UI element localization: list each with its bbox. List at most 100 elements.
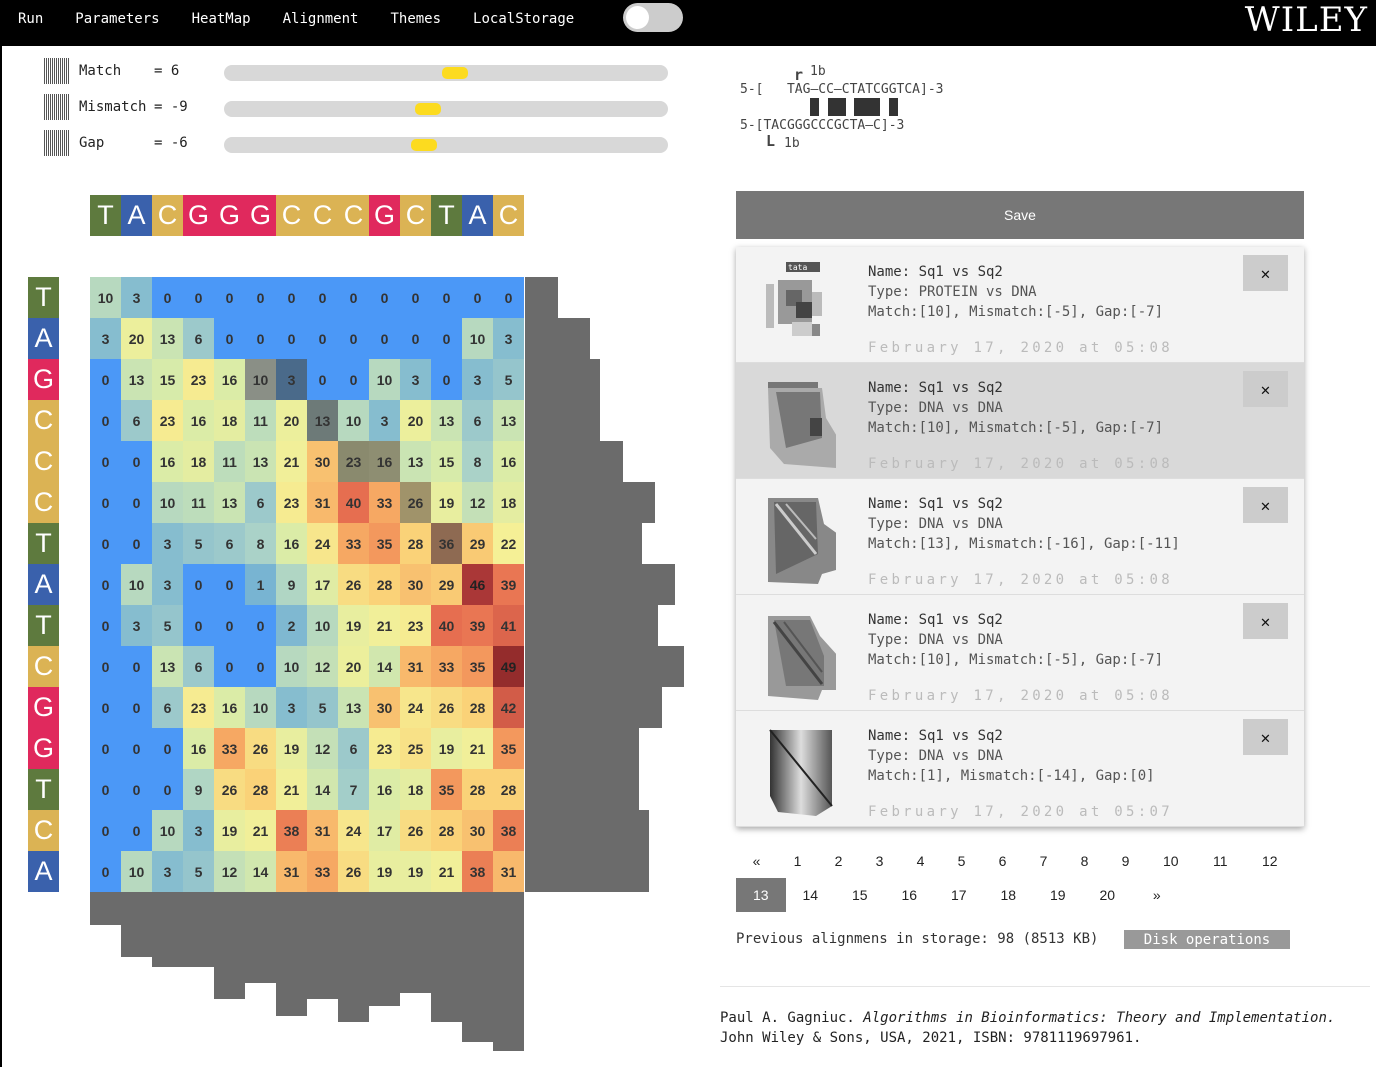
matrix-cell: 6 — [183, 646, 214, 687]
menu-localstorage[interactable]: LocalStorage — [473, 11, 574, 27]
delete-button[interactable]: ✕ — [1243, 719, 1288, 755]
matrix-cell: 26 — [338, 851, 369, 892]
score-matrix-heatmap: 10 3 0 0 0 0 0 0 0 0 0 0 0 0 3 20 13 6 0 0 0 0 0 0 0 0 10 3 0 13 15 23 1… — [90, 277, 525, 892]
slider-thumb[interactable] — [442, 67, 468, 79]
page-button[interactable]: 2 — [818, 844, 859, 878]
page-button[interactable]: 19 — [1033, 878, 1083, 912]
column-max-bar — [121, 892, 152, 957]
matrix-cell: 0 — [276, 318, 307, 359]
pagination-row-2: 13 14 15 16 17 18 19 20» — [736, 878, 1182, 912]
matrix-cell: 28 — [245, 769, 276, 810]
matrix-cell: 3 — [400, 359, 431, 400]
match-bars — [810, 98, 898, 116]
page-button[interactable]: 12 — [1245, 844, 1295, 878]
saved-alignment-card[interactable]: tata Name: Sq1 vs Sq2 Type: PROTEIN vs D… — [736, 247, 1304, 363]
nucleotide-left: T — [28, 277, 59, 318]
matrix-cell: 38 — [493, 810, 524, 851]
delete-button[interactable]: ✕ — [1243, 371, 1288, 407]
matrix-cell: 6 — [183, 318, 214, 359]
page-button[interactable]: 10 — [1146, 844, 1196, 878]
matrix-cell: 0 — [369, 318, 400, 359]
matrix-cell: 16 — [183, 728, 214, 769]
nucleotide-left: C — [28, 441, 59, 482]
page-button[interactable]: 16 — [885, 878, 935, 912]
page-button[interactable]: 18 — [984, 878, 1034, 912]
matrix-cell: 0 — [90, 728, 121, 769]
left-border — [0, 46, 2, 1067]
menu-themes[interactable]: Themes — [390, 11, 441, 27]
nucleotide-top: A — [462, 195, 493, 236]
alignment-thumbnail: tata — [766, 262, 822, 336]
matrix-cell: 0 — [152, 277, 183, 318]
nucleotide-top: A — [121, 195, 152, 236]
delete-button[interactable]: ✕ — [1243, 603, 1288, 639]
matrix-cell: 3 — [121, 277, 152, 318]
delete-button[interactable]: ✕ — [1243, 487, 1288, 523]
page-button[interactable]: 13 — [736, 878, 786, 912]
column-max-bar — [214, 892, 245, 999]
matrix-cell: 10 — [338, 400, 369, 441]
slider-thumb[interactable] — [415, 103, 441, 115]
matrix-cell: 15 — [431, 441, 462, 482]
matrix-cell: 0 — [121, 523, 152, 564]
page-button[interactable]: 1 — [777, 844, 818, 878]
saved-alignment-card[interactable]: Name: Sq1 vs Sq2 Type: DNA vs DNA Match:… — [736, 479, 1304, 595]
matrix-cell: 21 — [431, 851, 462, 892]
save-button[interactable]: Save — [736, 191, 1304, 239]
drag-grip-icon[interactable] — [44, 130, 70, 156]
menu-parameters[interactable]: Parameters — [75, 11, 159, 27]
matrix-cell: 20 — [400, 400, 431, 441]
citation: Paul A. Gagniuc. Algorithms in Bioinform… — [720, 1008, 1335, 1048]
page-button[interactable]: 14 — [786, 878, 836, 912]
matrix-cell: 17 — [369, 810, 400, 851]
matrix-cell: 23 — [400, 605, 431, 646]
disk-operations-button[interactable]: Disk operations — [1124, 930, 1290, 949]
matrix-cell: 3 — [462, 359, 493, 400]
theme-toggle[interactable] — [623, 3, 683, 32]
saved-alignment-card[interactable]: Name: Sq1 vs Sq2 Type: DNA vs DNA Match:… — [736, 363, 1304, 479]
drag-grip-icon[interactable] — [44, 94, 70, 120]
matrix-cell: 13 — [152, 646, 183, 687]
matrix-cell: 19 — [431, 728, 462, 769]
page-button[interactable]: 6 — [982, 844, 1023, 878]
page-button[interactable]: 17 — [934, 878, 984, 912]
match-slider[interactable] — [224, 65, 668, 81]
page-button[interactable]: 7 — [1023, 844, 1064, 878]
matrix-cell: 25 — [400, 728, 431, 769]
next-page-button[interactable]: » — [1132, 878, 1182, 912]
slider-thumb[interactable] — [411, 139, 437, 151]
matrix-cell: 0 — [245, 277, 276, 318]
matrix-cell: 19 — [214, 810, 245, 851]
saved-alignment-card[interactable]: Name: Sq1 vs Sq2 Type: DNA vs DNA Match:… — [736, 595, 1304, 711]
param-value: = 6 — [154, 63, 180, 79]
drag-grip-icon[interactable] — [44, 58, 70, 84]
matrix-cell: 28 — [462, 769, 493, 810]
page-button[interactable]: 9 — [1105, 844, 1146, 878]
card-date: February 17, 2020 at 05:08 — [868, 340, 1173, 356]
menu-alignment[interactable]: Alignment — [283, 11, 359, 27]
matrix-cell: 0 — [90, 810, 121, 851]
menu-heatmap[interactable]: HeatMap — [192, 11, 251, 27]
page-button[interactable]: 11 — [1196, 844, 1246, 878]
delete-button[interactable]: ✕ — [1243, 255, 1288, 291]
page-button[interactable]: 3 — [859, 844, 900, 878]
page-button[interactable]: 5 — [941, 844, 982, 878]
nucleotide-top: T — [431, 195, 462, 236]
page-button[interactable]: 4 — [900, 844, 941, 878]
column-max-bar — [90, 892, 121, 925]
mismatch-slider[interactable] — [224, 101, 668, 117]
alignment-thumbnail — [768, 616, 836, 700]
matrix-cell: 16 — [493, 441, 524, 482]
menu-run[interactable]: Run — [18, 11, 43, 27]
column-max-bar — [431, 892, 462, 1022]
page-button[interactable]: 8 — [1064, 844, 1105, 878]
page-button[interactable]: 20 — [1083, 878, 1133, 912]
gap-slider[interactable] — [224, 137, 668, 153]
matrix-cell: 23 — [152, 400, 183, 441]
matrix-cell: 10 — [152, 810, 183, 851]
card-name: Name: Sq1 vs Sq2 — [868, 380, 1003, 396]
page-button[interactable]: 15 — [835, 878, 885, 912]
prev-page-button[interactable]: « — [736, 844, 777, 878]
alignment-thumbnail — [768, 382, 836, 468]
saved-alignment-card[interactable]: Name: Sq1 vs Sq2 Type: DNA vs DNA Match:… — [736, 711, 1304, 827]
